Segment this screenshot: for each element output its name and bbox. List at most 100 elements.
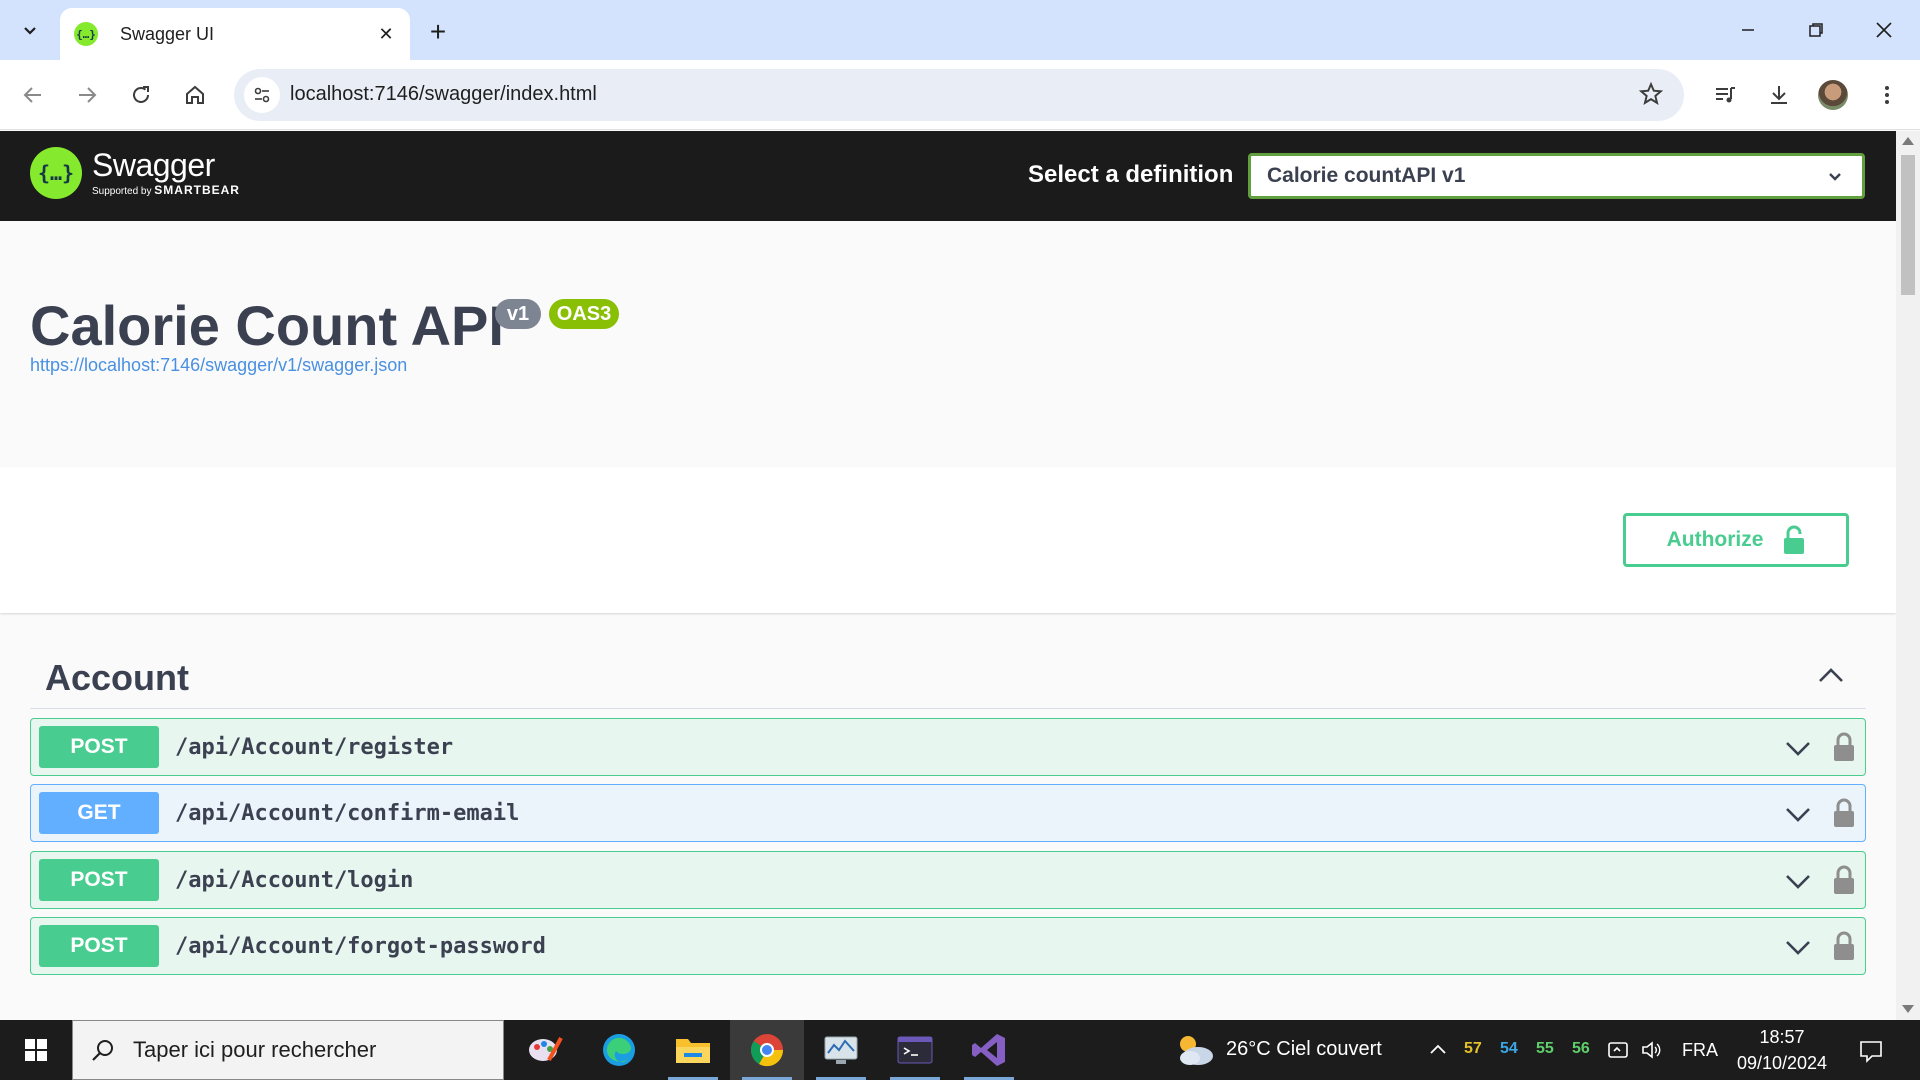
operation-path: /api/Account/login bbox=[175, 867, 414, 893]
page-scrollbar[interactable] bbox=[1896, 131, 1920, 1020]
cloudy-weather-icon bbox=[1180, 1036, 1213, 1065]
download-icon[interactable] bbox=[1760, 76, 1798, 114]
tray-temp-1[interactable]: 57 bbox=[1464, 1040, 1482, 1058]
volume-icon[interactable] bbox=[1640, 1038, 1664, 1062]
lock-icon[interactable] bbox=[1833, 931, 1855, 961]
lock-icon[interactable] bbox=[1833, 732, 1855, 762]
chrome-icon bbox=[750, 1034, 784, 1067]
tab-title: Swagger UI bbox=[120, 23, 215, 44]
tag-title: Account bbox=[45, 657, 189, 698]
reload-icon bbox=[133, 86, 149, 103]
browser-tab[interactable]: {…} Swagger UI ✕ bbox=[60, 8, 410, 60]
operation-path: /api/Account/forgot-password bbox=[175, 933, 546, 959]
home-icon bbox=[186, 85, 204, 104]
oas-badge: OAS3 bbox=[549, 299, 619, 329]
clock-time: 18:57 bbox=[1759, 1027, 1805, 1047]
swagger-logo-icon: {…} bbox=[30, 147, 82, 199]
visual-studio-icon bbox=[972, 1034, 1005, 1066]
chevron-down-icon bbox=[1829, 173, 1841, 181]
swagger-topbar: {…} Swagger Supported by SMARTBEAR Selec… bbox=[0, 131, 1896, 221]
operation-block[interactable]: POST /api/Account/forgot-password bbox=[30, 917, 1866, 975]
taskbar-app-file-explorer[interactable] bbox=[656, 1020, 730, 1080]
taskbar-app-visual-studio[interactable] bbox=[952, 1020, 1026, 1080]
lock-icon[interactable] bbox=[1833, 865, 1855, 895]
arrow-right-icon bbox=[79, 87, 97, 103]
operation-block[interactable]: GET /api/Account/confirm-email bbox=[30, 784, 1866, 842]
taskbar-search-box[interactable]: Taper ici pour rechercher bbox=[72, 1020, 504, 1080]
operation-block[interactable]: POST /api/Account/login bbox=[30, 851, 1866, 909]
authorize-button[interactable]: Authorize bbox=[1623, 513, 1849, 567]
method-badge: POST bbox=[39, 726, 159, 768]
tray-temp-2[interactable]: 54 bbox=[1500, 1040, 1518, 1058]
api-info: Calorie Count API v1 OAS3 https://localh… bbox=[0, 221, 1896, 467]
tag-section-account[interactable]: Account bbox=[30, 641, 1866, 709]
notifications-icon[interactable] bbox=[1858, 1038, 1884, 1064]
profile-avatar[interactable] bbox=[1814, 76, 1852, 114]
search-placeholder: Taper ici pour rechercher bbox=[133, 1037, 377, 1062]
chevron-down-icon[interactable] bbox=[1783, 733, 1813, 763]
clock-date: 09/10/2024 bbox=[1736, 1053, 1828, 1073]
scroll-up-arrow-icon[interactable] bbox=[1902, 137, 1914, 145]
site-info-icon[interactable] bbox=[244, 77, 280, 113]
windows-logo-icon bbox=[25, 1039, 47, 1061]
taskbar-app-monitor[interactable] bbox=[804, 1020, 878, 1080]
swagger-logo[interactable]: {…} Swagger Supported by SMARTBEAR bbox=[30, 147, 240, 199]
page-title: Calorie Count API bbox=[30, 294, 504, 357]
page-viewport: {…} Swagger Supported by SMARTBEAR Selec… bbox=[0, 131, 1896, 1020]
weather-text: 26°C Ciel couvert bbox=[1226, 1038, 1382, 1060]
reading-list-icon[interactable] bbox=[1706, 76, 1744, 114]
network-icon[interactable] bbox=[1606, 1038, 1630, 1062]
edge-icon bbox=[603, 1034, 635, 1066]
tray-temp-3[interactable]: 55 bbox=[1536, 1040, 1554, 1058]
tray-temp-4[interactable]: 56 bbox=[1572, 1040, 1590, 1058]
minimize-window-icon[interactable] bbox=[1718, 6, 1778, 54]
scroll-thumb[interactable] bbox=[1901, 155, 1915, 295]
tab-search-button[interactable] bbox=[10, 12, 50, 48]
selected-definition: Calorie countAPI v1 bbox=[1267, 164, 1466, 187]
operation-block[interactable]: POST /api/Account/register bbox=[30, 718, 1866, 776]
method-badge: POST bbox=[39, 925, 159, 967]
browser-menu-icon[interactable] bbox=[1868, 76, 1906, 114]
new-tab-button[interactable]: + bbox=[420, 14, 456, 50]
close-window-icon[interactable] bbox=[1854, 6, 1914, 54]
start-button[interactable] bbox=[0, 1020, 72, 1080]
terminal-icon bbox=[897, 1036, 933, 1064]
browser-toolbar: localhost:7146/swagger/index.html bbox=[0, 60, 1920, 130]
home-button[interactable] bbox=[176, 76, 214, 114]
browser-tab-bar: {…} Swagger UI ✕ + bbox=[0, 0, 1920, 60]
chevron-down-icon[interactable] bbox=[1783, 866, 1813, 896]
reload-button[interactable] bbox=[122, 76, 160, 114]
address-bar[interactable]: localhost:7146/swagger/index.html bbox=[234, 69, 1684, 121]
search-icon bbox=[92, 1040, 113, 1061]
system-clock[interactable]: 18:57 09/10/2024 bbox=[1736, 1024, 1828, 1076]
chevron-down-icon[interactable] bbox=[1783, 932, 1813, 962]
back-button[interactable] bbox=[14, 76, 52, 114]
operation-path: /api/Account/register bbox=[175, 734, 454, 760]
taskbar-app-terminal[interactable] bbox=[878, 1020, 952, 1080]
close-tab-icon[interactable]: ✕ bbox=[374, 22, 398, 46]
input-language[interactable]: FRA bbox=[1682, 1040, 1718, 1061]
chevron-up-icon[interactable] bbox=[1428, 1040, 1448, 1060]
definition-select[interactable]: Calorie countAPI v1 bbox=[1248, 153, 1865, 199]
chevron-up-icon[interactable] bbox=[1816, 661, 1846, 691]
select-definition-label: Select a definition bbox=[1028, 161, 1234, 188]
paint-icon bbox=[529, 1037, 563, 1061]
scroll-down-arrow-icon[interactable] bbox=[1902, 1005, 1914, 1013]
swagger-logo-subtitle: Supported by SMARTBEAR bbox=[92, 183, 240, 197]
lock-icon[interactable] bbox=[1833, 798, 1855, 828]
chevron-down-icon bbox=[24, 27, 36, 35]
avatar bbox=[1818, 80, 1848, 110]
bookmark-star-icon[interactable] bbox=[1638, 81, 1664, 112]
taskbar-app-chrome[interactable] bbox=[730, 1020, 804, 1080]
restore-window-icon[interactable] bbox=[1786, 6, 1846, 54]
swagger-json-link[interactable]: https://localhost:7146/swagger/v1/swagge… bbox=[30, 355, 407, 376]
url-text[interactable]: localhost:7146/swagger/index.html bbox=[290, 83, 597, 106]
method-badge: GET bbox=[39, 792, 159, 834]
swagger-favicon-icon: {…} bbox=[74, 22, 98, 46]
chevron-down-icon[interactable] bbox=[1783, 799, 1813, 829]
taskbar-app-paint[interactable] bbox=[508, 1020, 582, 1080]
windows-taskbar: Taper ici pour rechercher 26°C Ciel couv… bbox=[0, 1020, 1920, 1080]
arrow-left-icon bbox=[23, 87, 41, 103]
forward-button[interactable] bbox=[68, 76, 106, 114]
taskbar-app-edge[interactable] bbox=[582, 1020, 656, 1080]
